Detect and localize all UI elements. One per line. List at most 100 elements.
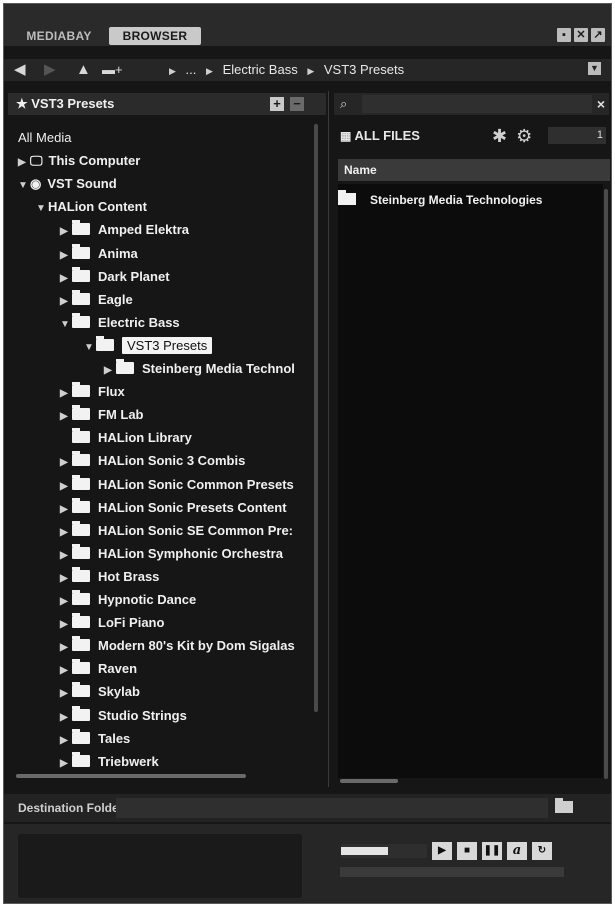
- chevron-right-icon[interactable]: ▶: [60, 246, 72, 266]
- folder-icon[interactable]: [555, 798, 573, 813]
- chevron-down-icon[interactable]: ▼: [84, 338, 96, 358]
- search-input[interactable]: [362, 95, 592, 113]
- results-vertical-scrollbar[interactable]: [604, 189, 608, 779]
- folder-icon: [72, 543, 90, 559]
- back-arrow-icon[interactable]: ◀: [14, 61, 26, 79]
- chevron-right-icon[interactable]: ▶: [60, 708, 72, 728]
- chevron-down-icon[interactable]: ▼: [36, 199, 48, 219]
- tree-item[interactable]: ▶ HALion Sonic Common Presets: [60, 474, 294, 497]
- tree-item[interactable]: ▶ Studio Strings: [60, 705, 187, 728]
- gear-icon[interactable]: ⚙: [516, 126, 532, 146]
- column-name[interactable]: Name: [344, 161, 377, 179]
- tree-item[interactable]: ▶ HALion Sonic Presets Content: [60, 497, 287, 520]
- auto-play-icon[interactable]: a: [507, 842, 527, 860]
- tree-item[interactable]: ▶ Skylab: [60, 682, 140, 702]
- tree-vertical-scrollbar[interactable]: [314, 124, 318, 712]
- chevron-right-icon[interactable]: ▶: [104, 361, 116, 381]
- tree-item[interactable]: ▶ Steinberg Media Technol: [104, 359, 295, 379]
- tree-item[interactable]: ▶ Eagle: [60, 289, 133, 312]
- tree-item[interactable]: ▶ Tales: [60, 728, 130, 751]
- chevron-right-icon[interactable]: ▶: [60, 615, 72, 635]
- chevron-right-icon[interactable]: ▶: [60, 477, 72, 497]
- chevron-right-icon[interactable]: ▶: [60, 453, 72, 473]
- tree-item[interactable]: ▶ Hot Brass: [60, 566, 159, 589]
- chevron-right-icon[interactable]: ▶: [60, 269, 72, 289]
- close-icon[interactable]: ✕: [574, 28, 588, 42]
- tree-item[interactable]: HALion Library: [60, 428, 192, 448]
- tree-item[interactable]: ▶ Amped Elektra: [60, 220, 189, 240]
- tree-item[interactable]: ▶ Raven: [60, 659, 137, 679]
- add-favorite-button[interactable]: +: [270, 97, 284, 111]
- panel-divider[interactable]: [328, 91, 329, 787]
- file-type-filter[interactable]: ▦ ALL FILES: [340, 126, 420, 146]
- tree-item[interactable]: All Media: [18, 128, 71, 148]
- destination-folder-field[interactable]: [116, 798, 548, 818]
- chevron-right-icon[interactable]: ▶: [60, 638, 72, 658]
- tree-item[interactable]: ▶ Triebwerk: [60, 751, 159, 774]
- tree-item[interactable]: ▶ LoFi Piano: [60, 613, 164, 633]
- folder-icon: [72, 613, 90, 629]
- breadcrumb-item[interactable]: ...: [186, 62, 197, 77]
- tree-item[interactable]: ▶ HALion Sonic 3 Combis: [60, 451, 245, 471]
- breadcrumb-item[interactable]: VST3 Presets: [324, 62, 404, 77]
- tree-item[interactable]: ▼ VST3 Presets: [84, 335, 213, 358]
- chevron-right-icon[interactable]: ▶: [60, 523, 72, 543]
- expand-icon[interactable]: ↗: [591, 28, 605, 42]
- chevron-right-icon[interactable]: ▶: [60, 292, 72, 312]
- forward-arrow-icon[interactable]: ▶: [44, 61, 56, 79]
- remove-favorite-button[interactable]: −: [290, 97, 304, 111]
- chevron-right-icon[interactable]: ▶: [60, 500, 72, 520]
- chevron-right-icon[interactable]: ▶: [60, 222, 72, 242]
- preview-progress-bar[interactable]: [340, 867, 564, 877]
- loop-icon[interactable]: ↻: [532, 842, 552, 860]
- tree-item[interactable]: ▶ FM Lab: [60, 405, 144, 425]
- folder-icon: [72, 451, 90, 467]
- tab-browser[interactable]: BROWSER: [109, 27, 201, 45]
- tree-item[interactable]: ▶ Dark Planet: [60, 266, 170, 289]
- chevron-right-icon[interactable]: ▶: [60, 384, 72, 404]
- window-controls: ▪ ✕ ↗: [557, 28, 605, 42]
- chevron-right-icon[interactable]: ▶: [60, 754, 72, 774]
- tree-item[interactable]: ▼ HALion Content: [36, 197, 147, 217]
- save-icon[interactable]: ▪: [557, 28, 571, 42]
- tree-item[interactable]: ▶ Hypnotic Dance: [60, 590, 196, 610]
- tree-item[interactable]: ▶ Anima: [60, 243, 138, 266]
- results-horizontal-scrollbar[interactable]: [340, 779, 398, 783]
- tab-mediabay[interactable]: MEDIABAY: [16, 27, 102, 45]
- chevron-right-icon[interactable]: ▶: [60, 569, 72, 589]
- chevron-down-icon[interactable]: ▼: [18, 176, 30, 196]
- list-item[interactable]: Steinberg Media Technologies: [338, 190, 542, 210]
- level-slider[interactable]: [341, 844, 427, 858]
- clear-search-icon[interactable]: ×: [597, 95, 605, 113]
- folder-icon: [72, 566, 90, 582]
- play-icon[interactable]: ▶: [432, 842, 452, 860]
- dropdown-menu-icon[interactable]: ▼: [588, 62, 601, 75]
- up-arrow-icon[interactable]: ▲: [76, 61, 91, 79]
- chevron-down-icon[interactable]: ▼: [60, 315, 72, 335]
- favorite-location-title[interactable]: ★ VST3 Presets: [16, 95, 114, 113]
- navigation-bar: ◀ ▶ ▲ ▬+ ▶ ... ▶ Electric Bass ▶ VST3 Pr…: [4, 59, 611, 81]
- stop-icon[interactable]: ■: [457, 842, 477, 860]
- folder-icon: [116, 359, 134, 374]
- chevron-right-icon[interactable]: ▶: [60, 731, 72, 751]
- tree-horizontal-scrollbar[interactable]: [16, 774, 246, 778]
- pause-icon[interactable]: ❚❚: [482, 842, 502, 860]
- chevron-right-icon[interactable]: ▶: [60, 546, 72, 566]
- chevron-right-icon[interactable]: ▶: [60, 684, 72, 704]
- chevron-right-icon[interactable]: ▶: [60, 661, 72, 681]
- breadcrumb-item[interactable]: Electric Bass: [223, 62, 298, 77]
- tree-item[interactable]: ▼ Electric Bass: [60, 312, 180, 335]
- asterisk-icon[interactable]: ✱: [492, 126, 507, 146]
- tree-item[interactable]: ▶ Modern 80's Kit by Dom Sigalas: [60, 636, 295, 656]
- tree-item-label: This Computer: [48, 153, 141, 169]
- new-folder-icon[interactable]: ▬+: [102, 61, 123, 79]
- file-tree: All Media ▶ 🖵 This Computer ▼ ◉ VST Sound ▼ HALi…: [8, 118, 318, 778]
- tree-item[interactable]: ▶ HALion Symphonic Orchestra: [60, 543, 283, 566]
- tree-item[interactable]: ▶ Flux: [60, 382, 125, 402]
- chevron-right-icon[interactable]: ▶: [60, 592, 72, 612]
- tree-item[interactable]: ▶ 🖵 This Computer: [18, 151, 140, 171]
- tree-item[interactable]: ▼ ◉ VST Sound: [18, 174, 117, 194]
- tree-item[interactable]: ▶ HALion Sonic SE Common Pre:: [60, 520, 293, 543]
- chevron-right-icon[interactable]: ▶: [18, 153, 30, 173]
- chevron-right-icon[interactable]: ▶: [60, 407, 72, 427]
